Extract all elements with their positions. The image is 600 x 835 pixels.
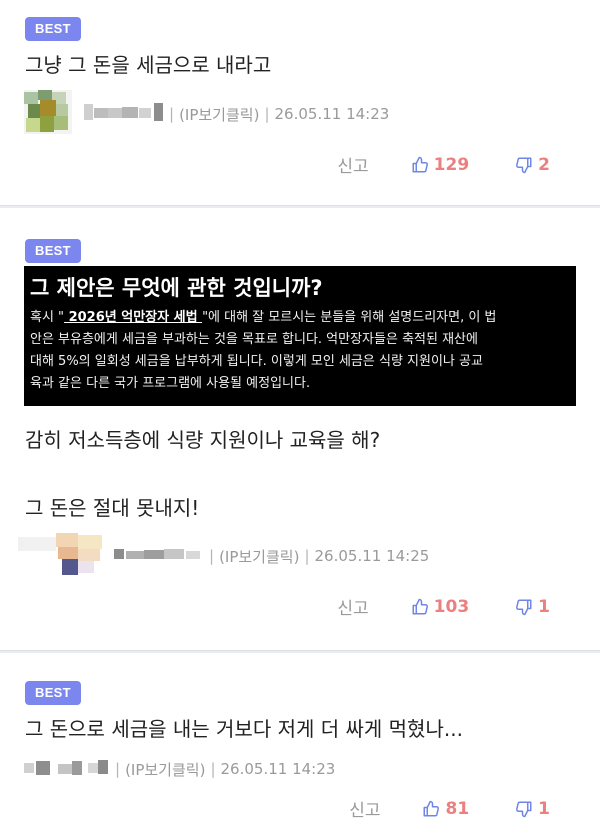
- thumbs-up-icon: [412, 156, 428, 172]
- dislike-count: 1: [538, 798, 550, 819]
- quote-line1: "에 대해 잘 모르시는 분들을 위해 설명드리자면, 이 법: [202, 310, 497, 325]
- thumbs-down-icon: [516, 599, 532, 615]
- comment-text-line2: 그 돈은 절대 못내지!: [25, 496, 200, 520]
- dislike-button[interactable]: 2: [515, 155, 550, 175]
- comment-1: BEST 그냥 그 돈을 세금으로 내라고 | (IP보기클릭) | 26.05…: [0, 0, 600, 205]
- dislike-count: 2: [538, 154, 550, 175]
- best-badge: BEST: [25, 17, 81, 41]
- comment-timestamp: 26.05.11 14:23: [220, 760, 336, 778]
- meta-divider: |: [264, 105, 270, 123]
- avatar[interactable]: [18, 531, 108, 581]
- blurred-username: [84, 101, 164, 127]
- ip-view-link[interactable]: (IP보기클릭): [179, 104, 259, 125]
- like-count: 81: [445, 798, 470, 819]
- thumbs-down-icon: [516, 801, 532, 817]
- like-count: 129: [433, 154, 470, 175]
- quoted-article-box: 그 제안은 무엇에 관한 것입니까? 혹시 " 2026년 억만장자 세법 "에…: [24, 266, 576, 406]
- quote-body: 혹시 " 2026년 억만장자 세법 "에 대해 잘 모르시는 분들을 위해 설…: [30, 307, 570, 395]
- like-button[interactable]: 103: [411, 596, 470, 617]
- comment-text-line1: 감히 저소득층에 식량 지원이나 교육을 해?: [25, 428, 381, 452]
- dislike-count: 1: [538, 596, 550, 617]
- best-badge: BEST: [25, 681, 81, 705]
- quote-line2: 안은 부유층에게 세금을 부과하는 것을 목표로 합니다. 억만장자들은 축적된…: [30, 332, 478, 347]
- comment-text: 그냥 그 돈을 세금으로 내라고: [25, 53, 272, 77]
- quote-title: 그 제안은 무엇에 관한 것입니까?: [30, 276, 323, 300]
- ip-view-link[interactable]: (IP보기클릭): [125, 759, 205, 780]
- meta-divider: |: [304, 547, 310, 565]
- thumbs-up-icon: [423, 800, 440, 816]
- report-button[interactable]: 신고: [337, 594, 368, 619]
- report-button[interactable]: 신고: [337, 152, 368, 177]
- meta-divider: |: [115, 760, 121, 778]
- quote-line3: 대해 5%의 일회성 세금을 납부하게 됩니다. 이렇게 모인 세금은 식량 지…: [30, 354, 483, 369]
- ip-view-link[interactable]: (IP보기클릭): [219, 546, 299, 567]
- comment-actions: 신고 81 1: [349, 796, 550, 822]
- quote-link[interactable]: 2026년 억만장자 세법: [64, 310, 202, 325]
- comment-meta: | (IP보기클릭) | 26.05.11 14:25: [18, 531, 429, 581]
- like-count: 103: [433, 596, 470, 617]
- dislike-button[interactable]: 1: [515, 597, 550, 617]
- report-button[interactable]: 신고: [349, 796, 380, 821]
- meta-divider: |: [210, 760, 216, 778]
- blurred-username: [114, 543, 204, 569]
- blurred-username: [24, 756, 110, 782]
- comment-actions: 신고 129 2: [337, 152, 550, 178]
- comment-meta: | (IP보기클릭) | 26.05.11 14:23: [24, 756, 335, 782]
- avatar[interactable]: [24, 90, 72, 138]
- meta-divider: |: [209, 547, 215, 565]
- comment-3: BEST 그 돈으로 세금을 내는 거보다 저게 더 싸게 먹혔나... | (…: [0, 653, 600, 833]
- thumbs-down-icon: [516, 157, 532, 173]
- meta-divider: |: [169, 105, 175, 123]
- best-badge: BEST: [25, 239, 81, 263]
- like-button[interactable]: 129: [411, 154, 470, 175]
- quote-line4: 육과 같은 다른 국가 프로그램에 사용될 예정입니다.: [30, 376, 311, 391]
- comment-actions: 신고 103 1: [337, 594, 550, 620]
- quote-prefix: 혹시 ": [30, 310, 65, 325]
- dislike-button[interactable]: 1: [515, 799, 550, 819]
- comment-2: BEST 그 제안은 무엇에 관한 것입니까? 혹시 " 2026년 억만장자 …: [0, 208, 600, 653]
- comment-text: 그 돈으로 세금을 내는 거보다 저게 더 싸게 먹혔나...: [25, 717, 463, 741]
- like-button[interactable]: 81: [422, 799, 469, 819]
- comment-timestamp: 26.05.11 14:25: [314, 547, 430, 565]
- thumbs-up-icon: [412, 598, 428, 614]
- comment-meta: | (IP보기클릭) | 26.05.11 14:23: [24, 90, 389, 138]
- comment-timestamp: 26.05.11 14:23: [274, 105, 390, 123]
